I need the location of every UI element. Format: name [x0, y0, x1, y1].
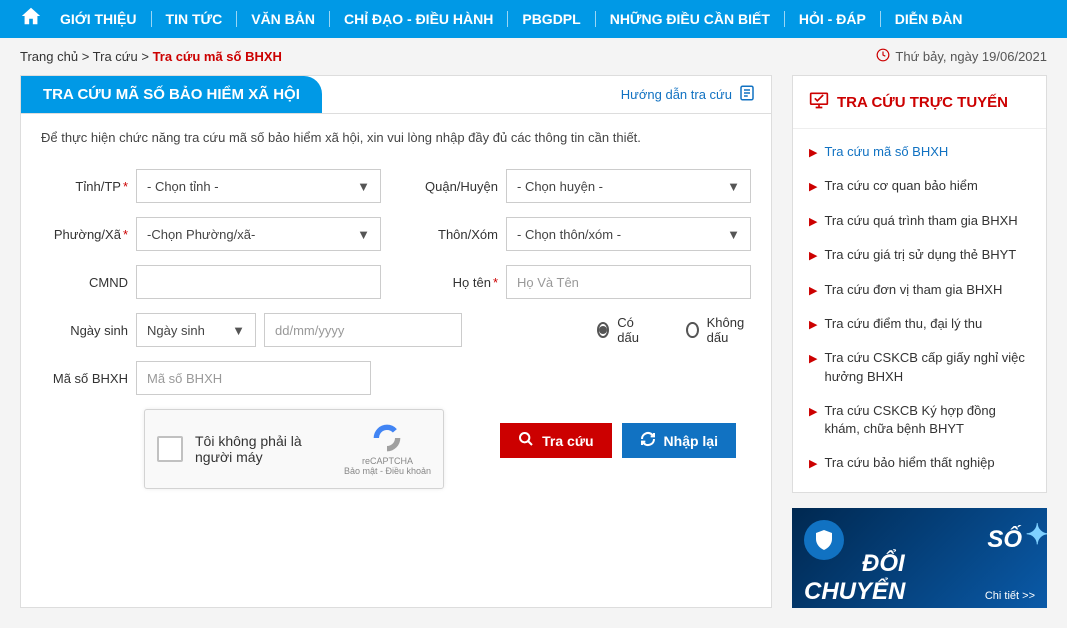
- help-icon: [738, 84, 756, 105]
- arrow-icon: ▶: [809, 457, 817, 472]
- label-quan-huyen: Quận/Huyện: [411, 179, 506, 194]
- main-header: TRA CỨU MÃ SỐ BẢO HIỂM XÃ HỘI Hướng dẫn …: [21, 76, 771, 114]
- nav-item[interactable]: GIỚI THIỆU: [60, 11, 137, 27]
- sidebar-item[interactable]: ▶Tra cứu cơ quan bảo hiểm: [809, 169, 1030, 203]
- nav-item[interactable]: PBGDPL: [522, 11, 580, 27]
- sidebar-item[interactable]: ▶Tra cứu quá trình tham gia BHXH: [809, 204, 1030, 238]
- shield-icon: [804, 520, 844, 560]
- sidebar-item[interactable]: ▶Tra cứu giá trị sử dụng thẻ BHYT: [809, 238, 1030, 272]
- nav-item[interactable]: HỎI - ĐÁP: [799, 11, 866, 27]
- breadcrumb-current: Tra cứu mã số BHXH: [153, 49, 282, 64]
- select-thon-xom[interactable]: - Chọn thôn/xóm - ▼: [506, 217, 751, 251]
- radio-icon: [686, 322, 698, 338]
- nav-item[interactable]: VĂN BẢN: [251, 11, 315, 27]
- recaptcha-logo: reCAPTCHA Bảo mật - Điều khoản: [344, 422, 431, 476]
- sidebar: TRA CỨU TRỰC TUYẾN ▶Tra cứu mã số BHXH ▶…: [792, 75, 1047, 608]
- chevron-down-icon: ▼: [357, 179, 370, 194]
- label-ma-so-bhxh: Mã số BHXH: [41, 371, 136, 386]
- breadcrumb: Trang chủ > Tra cứu > Tra cứu mã số BHXH: [20, 49, 282, 64]
- top-navigation: GIỚI THIỆU TIN TỨC VĂN BẢN CHỈ ĐẠO - ĐIỀ…: [0, 0, 1067, 38]
- home-icon[interactable]: [20, 5, 42, 33]
- breadcrumb-home[interactable]: Trang chủ: [20, 49, 78, 64]
- lookup-form: Tỉnh/TP* - Chọn tỉnh - ▼ Quận/Huyện - Ch…: [21, 161, 771, 519]
- arrow-icon: ▶: [809, 284, 817, 299]
- refresh-icon: [640, 431, 656, 450]
- recaptcha-widget[interactable]: Tôi không phải là người máy reCAPTCHA Bả…: [144, 409, 444, 489]
- nav-item[interactable]: NHỮNG ĐIỀU CẦN BIẾT: [610, 11, 770, 27]
- radio-khong-dau[interactable]: Không dấu: [686, 315, 751, 345]
- select-quan-huyen[interactable]: - Chọn huyện - ▼: [506, 169, 751, 203]
- input-cmnd[interactable]: [136, 265, 381, 299]
- input-ho-ten[interactable]: [506, 265, 751, 299]
- label-phuong-xa: Phường/Xã*: [41, 227, 136, 242]
- radio-icon: [597, 322, 609, 338]
- chevron-down-icon: ▼: [232, 323, 245, 338]
- nav-item[interactable]: TIN TỨC: [166, 11, 223, 27]
- label-ngay-sinh: Ngày sinh: [41, 323, 136, 338]
- promo-banner[interactable]: SỐ ĐỔI CHUYỂN ✦ Chi tiết >>: [792, 508, 1047, 608]
- select-tinh-tp[interactable]: - Chọn tỉnh - ▼: [136, 169, 381, 203]
- select-dob-type[interactable]: Ngày sinh ▼: [136, 313, 256, 347]
- arrow-icon: ▶: [809, 318, 817, 333]
- input-ma-so-bhxh[interactable]: [136, 361, 371, 395]
- chevron-down-icon: ▼: [727, 227, 740, 242]
- arrow-icon: ▶: [809, 146, 817, 161]
- reset-button[interactable]: Nhập lại: [622, 423, 736, 458]
- sidebar-item[interactable]: ▶Tra cứu điểm thu, đại lý thu: [809, 307, 1030, 341]
- arrow-icon: ▶: [809, 215, 817, 230]
- search-button[interactable]: Tra cứu: [500, 423, 611, 458]
- input-dob[interactable]: [264, 313, 462, 347]
- label-ho-ten: Họ tên*: [411, 275, 506, 290]
- main-panel: TRA CỨU MÃ SỐ BẢO HIỂM XÃ HỘI Hướng dẫn …: [20, 75, 772, 608]
- clock-icon: [876, 48, 890, 65]
- sidebar-item[interactable]: ▶Tra cứu CSKCB cấp giấy nghỉ việc hưởng …: [809, 341, 1030, 393]
- arrow-icon: ▶: [809, 352, 817, 367]
- page-title: TRA CỨU MÃ SỐ BẢO HIỂM XÃ HỘI: [21, 76, 322, 113]
- banner-more-link[interactable]: Chi tiết >>: [985, 590, 1035, 602]
- sidebar-item[interactable]: ▶Tra cứu đơn vị tham gia BHXH: [809, 273, 1030, 307]
- arrow-icon: ▶: [809, 180, 817, 195]
- radio-co-dau[interactable]: Có dấu: [597, 315, 646, 345]
- guide-link[interactable]: Hướng dẫn tra cứu: [621, 84, 771, 105]
- arrow-icon: ▶: [809, 249, 817, 264]
- accent-radio-group: Có dấu Không dấu: [587, 315, 751, 345]
- sidebar-list: ▶Tra cứu mã số BHXH ▶Tra cứu cơ quan bảo…: [793, 129, 1046, 492]
- sidebar-title: TRA CỨU TRỰC TUYẾN: [793, 76, 1046, 129]
- nav-item[interactable]: DIỄN ĐÀN: [895, 11, 963, 27]
- chevron-down-icon: ▼: [357, 227, 370, 242]
- sidebar-panel-lookup: TRA CỨU TRỰC TUYẾN ▶Tra cứu mã số BHXH ▶…: [792, 75, 1047, 493]
- label-tinh-tp: Tỉnh/TP*: [41, 179, 136, 194]
- sidebar-item[interactable]: ▶Tra cứu mã số BHXH: [809, 135, 1030, 169]
- search-icon: [518, 431, 534, 450]
- recaptcha-checkbox[interactable]: [157, 436, 183, 462]
- sidebar-item[interactable]: ▶Tra cứu bảo hiểm thất nghiệp: [809, 446, 1030, 480]
- breadcrumb-level1[interactable]: Tra cứu: [93, 49, 138, 64]
- select-phuong-xa[interactable]: -Chọn Phường/xã- ▼: [136, 217, 381, 251]
- sidebar-item[interactable]: ▶Tra cứu CSKCB Ký hợp đồng khám, chữa bệ…: [809, 394, 1030, 446]
- nav-item[interactable]: CHỈ ĐẠO - ĐIỀU HÀNH: [344, 11, 493, 27]
- form-description: Để thực hiện chức năng tra cứu mã số bảo…: [21, 114, 771, 161]
- monitor-icon: [809, 90, 829, 114]
- label-cmnd: CMND: [41, 275, 136, 290]
- sparkle-icon: ✦: [1026, 518, 1047, 551]
- label-thon-xom: Thôn/Xóm: [411, 227, 506, 242]
- arrow-icon: ▶: [809, 405, 817, 420]
- chevron-down-icon: ▼: [727, 179, 740, 194]
- current-date: Thứ bảy, ngày 19/06/2021: [876, 48, 1047, 65]
- breadcrumb-row: Trang chủ > Tra cứu > Tra cứu mã số BHXH…: [0, 38, 1067, 75]
- recaptcha-label: Tôi không phải là người máy: [195, 433, 332, 465]
